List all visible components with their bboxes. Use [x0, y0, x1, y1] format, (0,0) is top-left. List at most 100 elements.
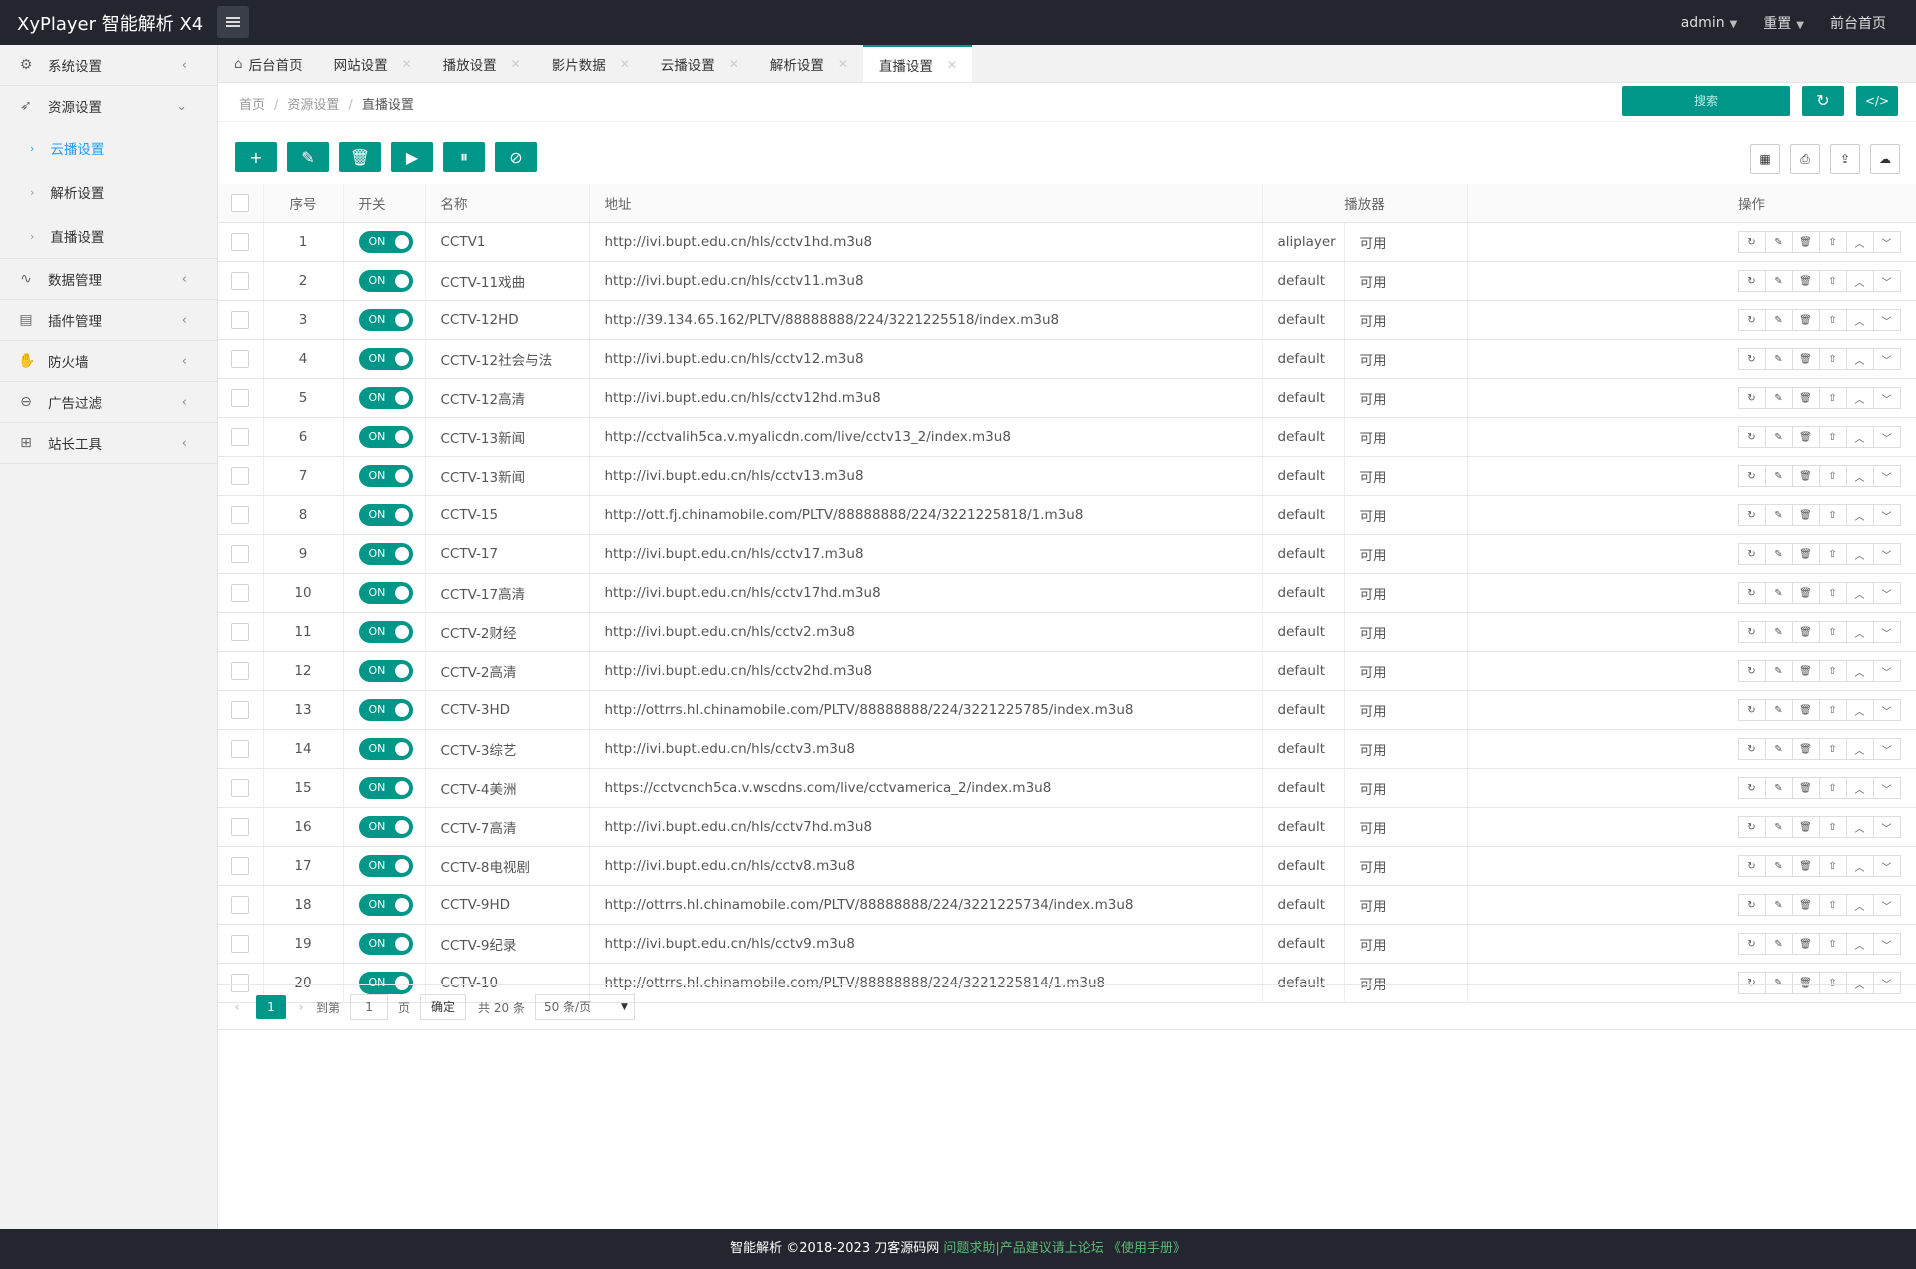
chevron-down-button[interactable]: ﹀: [1872, 660, 1901, 682]
row-checkbox[interactable]: [218, 729, 264, 769]
trash-button[interactable]: 🗑: [1791, 231, 1820, 253]
trash-button[interactable]: 🗑: [1791, 855, 1820, 877]
pencil-button[interactable]: ✎: [1764, 543, 1793, 565]
row-switch[interactable]: ON: [343, 651, 426, 691]
menu-toggle-button[interactable]: [217, 6, 249, 38]
columns-button[interactable]: ▦: [1750, 144, 1780, 174]
chevron-down-button[interactable]: ﹀: [1872, 699, 1901, 721]
sidebar-item-resource[interactable]: ➶ 资源设置 ⌄: [0, 86, 217, 126]
refresh-button[interactable]: ↻: [1737, 231, 1766, 253]
upload-button[interactable]: ⇧: [1818, 738, 1847, 760]
sidebar-item-tools[interactable]: ⊞ 站长工具 ‹: [0, 423, 217, 464]
refresh-button[interactable]: ↻: [1802, 86, 1844, 116]
sidebar-sub-cloud[interactable]: › 云播设置: [0, 126, 217, 170]
pencil-button[interactable]: ✎: [1764, 582, 1793, 604]
row-checkbox[interactable]: [218, 846, 264, 886]
chevron-up-button[interactable]: ︿: [1845, 933, 1874, 955]
chevron-down-button[interactable]: ﹀: [1872, 816, 1901, 838]
tab-play-settings[interactable]: 播放设置 ✕: [427, 45, 536, 82]
front-home-link[interactable]: 前台首页: [1830, 13, 1886, 33]
pencil-button[interactable]: ✎: [1764, 426, 1793, 448]
print-button[interactable]: ⎙: [1790, 144, 1820, 174]
row-switch[interactable]: ON: [343, 339, 426, 379]
chevron-down-button[interactable]: ﹀: [1872, 309, 1901, 331]
row-checkbox[interactable]: [218, 222, 264, 262]
play-button[interactable]: ▶: [391, 142, 433, 172]
trash-button[interactable]: 🗑: [1791, 465, 1820, 487]
pencil-button[interactable]: ✎: [1764, 387, 1793, 409]
refresh-button[interactable]: ↻: [1737, 387, 1766, 409]
export-button[interactable]: ⇪: [1830, 144, 1860, 174]
refresh-button[interactable]: ↻: [1737, 621, 1766, 643]
row-switch[interactable]: ON: [343, 378, 426, 418]
upload-button[interactable]: ⇧: [1818, 231, 1847, 253]
row-checkbox[interactable]: [218, 768, 264, 808]
close-icon[interactable]: ✕: [947, 58, 957, 72]
close-icon[interactable]: ✕: [511, 57, 521, 71]
toggle-switch[interactable]: ON: [358, 348, 413, 370]
row-switch[interactable]: ON: [343, 729, 426, 769]
row-checkbox[interactable]: [218, 534, 264, 574]
toggle-switch[interactable]: ON: [358, 426, 413, 448]
refresh-button[interactable]: ↻: [1737, 777, 1766, 799]
reset-menu[interactable]: 重置 ▼: [1763, 13, 1804, 33]
row-switch[interactable]: ON: [343, 261, 426, 301]
chevron-down-button[interactable]: ﹀: [1872, 270, 1901, 292]
toggle-switch[interactable]: ON: [358, 660, 413, 682]
chevron-down-button[interactable]: ﹀: [1872, 621, 1901, 643]
pencil-button[interactable]: ✎: [1764, 231, 1793, 253]
row-switch[interactable]: ON: [343, 456, 426, 496]
toggle-switch[interactable]: ON: [358, 777, 413, 799]
trash-button[interactable]: 🗑: [1791, 426, 1820, 448]
row-checkbox[interactable]: [218, 495, 264, 535]
row-checkbox[interactable]: [218, 573, 264, 613]
chevron-down-button[interactable]: ﹀: [1872, 855, 1901, 877]
upload-button[interactable]: ⇧: [1818, 933, 1847, 955]
current-page[interactable]: 1: [256, 995, 286, 1019]
trash-button[interactable]: 🗑: [1791, 621, 1820, 643]
add-button[interactable]: +: [235, 142, 277, 172]
code-button[interactable]: </>: [1856, 86, 1898, 116]
chevron-up-button[interactable]: ︿: [1845, 582, 1874, 604]
refresh-button[interactable]: ↻: [1737, 309, 1766, 331]
close-icon[interactable]: ✕: [402, 57, 412, 71]
chevron-up-button[interactable]: ︿: [1845, 504, 1874, 526]
chevron-up-button[interactable]: ︿: [1845, 621, 1874, 643]
prev-page-button[interactable]: ‹: [222, 1000, 252, 1014]
toggle-switch[interactable]: ON: [358, 933, 413, 955]
chevron-up-button[interactable]: ︿: [1845, 816, 1874, 838]
trash-button[interactable]: 🗑: [1791, 738, 1820, 760]
chevron-up-button[interactable]: ︿: [1845, 309, 1874, 331]
trash-button[interactable]: 🗑: [1791, 504, 1820, 526]
pencil-button[interactable]: ✎: [1764, 738, 1793, 760]
toggle-switch[interactable]: ON: [358, 738, 413, 760]
pencil-button[interactable]: ✎: [1764, 465, 1793, 487]
upload-button[interactable]: ⇧: [1818, 309, 1847, 331]
upload-button[interactable]: ⇧: [1818, 543, 1847, 565]
row-switch[interactable]: ON: [343, 690, 426, 730]
sidebar-item-plugin[interactable]: ▤ 插件管理 ‹: [0, 300, 217, 341]
chevron-up-button[interactable]: ︿: [1845, 699, 1874, 721]
chevron-up-button[interactable]: ︿: [1845, 894, 1874, 916]
row-checkbox[interactable]: [218, 456, 264, 496]
chevron-down-button[interactable]: ﹀: [1872, 543, 1901, 565]
pencil-button[interactable]: ✎: [1764, 855, 1793, 877]
trash-button[interactable]: 🗑: [1791, 270, 1820, 292]
upload-button[interactable]: ⇧: [1818, 465, 1847, 487]
row-checkbox[interactable]: [218, 261, 264, 301]
upload-button[interactable]: ⇧: [1818, 504, 1847, 526]
row-checkbox[interactable]: [218, 378, 264, 418]
row-switch[interactable]: ON: [343, 612, 426, 652]
upload-button[interactable]: ⇧: [1818, 387, 1847, 409]
trash-button[interactable]: 🗑: [1791, 543, 1820, 565]
upload-button[interactable]: ⇧: [1818, 582, 1847, 604]
chevron-up-button[interactable]: ︿: [1845, 348, 1874, 370]
sidebar-item-firewall[interactable]: ✋ 防火墙 ‹: [0, 341, 217, 382]
trash-button[interactable]: 🗑: [1791, 582, 1820, 604]
sidebar-item-system[interactable]: ⚙ 系统设置 ‹: [0, 45, 217, 86]
toggle-switch[interactable]: ON: [358, 465, 413, 487]
pencil-button[interactable]: ✎: [1764, 933, 1793, 955]
delete-button[interactable]: 🗑: [339, 142, 381, 172]
close-icon[interactable]: ✕: [729, 57, 739, 71]
pencil-button[interactable]: ✎: [1764, 348, 1793, 370]
